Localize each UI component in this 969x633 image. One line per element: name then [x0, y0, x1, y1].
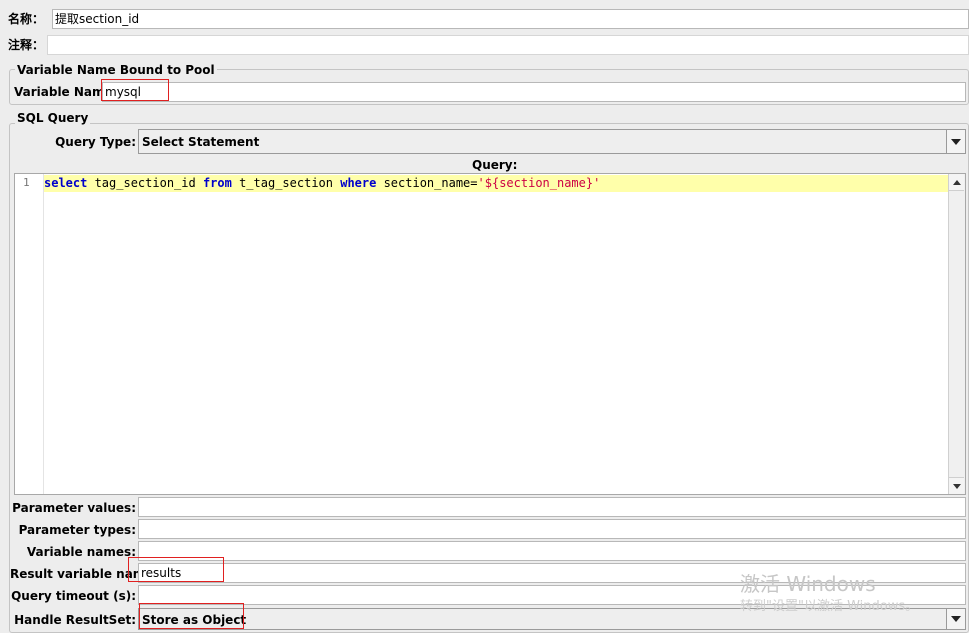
- name-label: 名称：: [8, 12, 45, 26]
- scroll-up-button[interactable]: [949, 174, 964, 191]
- line-number: 1: [23, 176, 30, 189]
- query-label: Query:: [472, 158, 518, 172]
- variable-name-input[interactable]: mysql: [102, 82, 966, 102]
- query-type-value: Select Statement: [142, 135, 260, 149]
- code-text: section_name=: [376, 176, 478, 190]
- parameter-types-label: Parameter types:: [18, 523, 136, 537]
- chevron-down-icon: [951, 138, 961, 145]
- editor-vertical-scrollbar[interactable]: [948, 174, 965, 494]
- result-variable-name-label: Result variable name:: [10, 567, 159, 581]
- keyword-where: where: [340, 176, 377, 190]
- parameter-types-input[interactable]: [138, 519, 966, 539]
- query-timeout-label: Query timeout (s):: [11, 589, 136, 603]
- name-input[interactable]: 提取section_id: [52, 9, 969, 29]
- keyword-from: from: [202, 176, 232, 190]
- chevron-down-icon: [951, 616, 961, 622]
- handle-resultset-value: Store as Object: [142, 613, 247, 627]
- comments-label: 注释：: [8, 38, 45, 52]
- activation-watermark-title: 激活 Windows: [740, 572, 876, 596]
- arrow-down-icon: [952, 483, 961, 489]
- query-editor[interactable]: 1 select tag_section_id from t_tag_secti…: [14, 173, 966, 495]
- scroll-down-button[interactable]: [949, 477, 964, 494]
- line-number-gutter: 1: [15, 174, 44, 494]
- code-text: t_tag_section: [231, 176, 341, 190]
- parameter-values-label: Parameter values:: [12, 501, 136, 515]
- query-type-select[interactable]: Select Statement: [138, 129, 966, 154]
- query-type-dropdown-button[interactable]: [946, 130, 965, 153]
- handle-resultset-label: Handle ResultSet:: [14, 613, 136, 627]
- parameter-values-input[interactable]: [138, 497, 966, 517]
- activation-watermark-subtitle: 转到"设置"以激活 Windows。: [740, 599, 919, 614]
- sql-query-legend: SQL Query: [15, 111, 91, 125]
- pool-legend: Variable Name Bound to Pool: [15, 63, 217, 77]
- variable-names-label: Variable names:: [26, 545, 136, 559]
- handle-resultset-dropdown-button[interactable]: [946, 609, 965, 629]
- keyword-select: select: [44, 176, 88, 190]
- sql-code-line[interactable]: select tag_section_id from t_tag_section…: [44, 176, 600, 191]
- comments-input[interactable]: [47, 35, 969, 55]
- variable-names-input[interactable]: [138, 541, 966, 561]
- string-literal: '${section_name}': [477, 176, 601, 190]
- arrow-up-icon: [952, 179, 961, 185]
- query-type-label: Query Type:: [55, 135, 136, 149]
- code-text: tag_section_id: [87, 176, 203, 190]
